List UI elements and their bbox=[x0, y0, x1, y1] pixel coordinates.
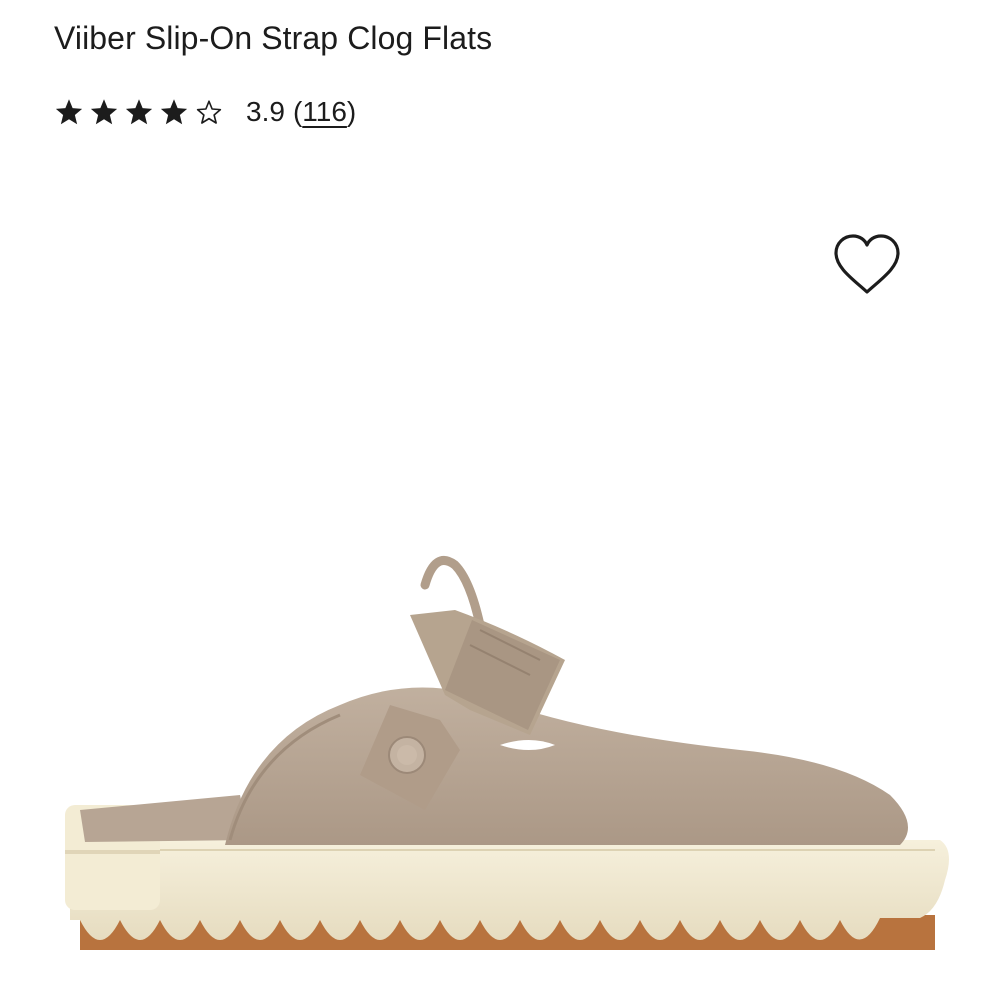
shoe-upper bbox=[225, 687, 908, 845]
star-outline-icon bbox=[196, 100, 222, 124]
rating-stars bbox=[54, 97, 224, 127]
star-filled-icon bbox=[160, 99, 188, 125]
review-count-open-paren: ( bbox=[292, 96, 303, 127]
review-count-close-paren: ) bbox=[346, 96, 357, 127]
product-page: Viiber Slip-On Strap Clog Flats 3.9 (116… bbox=[0, 0, 1000, 1000]
star-filled-icon bbox=[125, 99, 153, 125]
star-filled-icon bbox=[55, 99, 83, 125]
rating-row[interactable]: 3.9 (116) bbox=[54, 92, 356, 132]
heart-outline-icon[interactable] bbox=[832, 232, 902, 298]
review-count[interactable]: (116) bbox=[293, 96, 356, 128]
product-title: Viiber Slip-On Strap Clog Flats bbox=[54, 20, 493, 56]
star-filled-icon bbox=[90, 99, 118, 125]
product-image bbox=[65, 556, 949, 950]
review-count-link[interactable]: 116 bbox=[302, 96, 347, 127]
rating-value: 3.9 bbox=[246, 96, 285, 127]
